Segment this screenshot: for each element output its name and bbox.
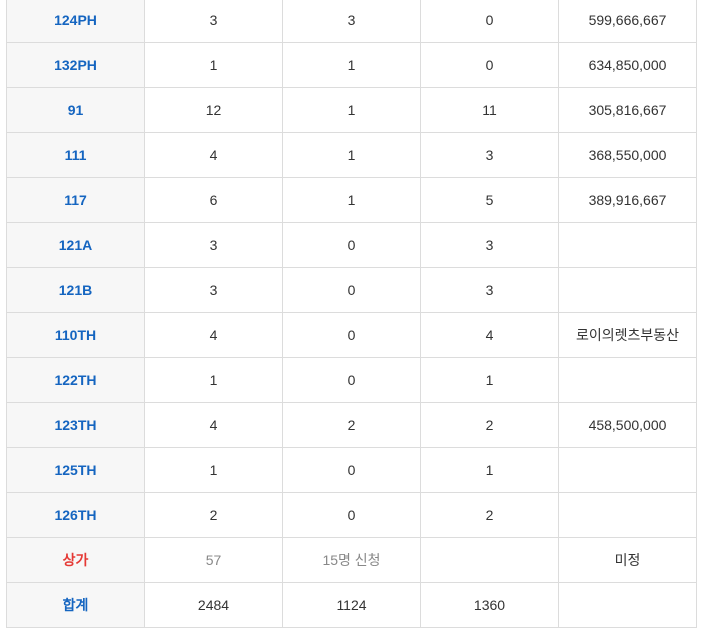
competition-rate-table: 124PH 3 3 0 599,666,667 132PH 1 1 0 634,… [6,0,697,628]
applicant-count: 1 [282,42,421,88]
remaining-count: 1 [420,447,559,493]
supply-count: 6 [144,177,283,223]
price-cell [558,267,697,313]
price-cell: 로이의렛츠부동산 [558,312,697,358]
remaining-count: 1 [420,357,559,403]
applicant-count: 1 [282,177,421,223]
applicant-count: 0 [282,357,421,403]
supply-count: 4 [144,312,283,358]
unit-type-link[interactable]: 125TH [6,447,145,493]
price-cell [558,492,697,538]
total-price-cell [558,582,697,628]
table-row: 121B 3 0 3 [6,267,697,313]
supply-count: 3 [144,267,283,313]
applicant-count: 0 [282,267,421,313]
unit-type-link[interactable]: 117 [6,177,145,223]
table-row: 123TH 4 2 2 458,500,000 [6,402,697,448]
table-row: 122TH 1 0 1 [6,357,697,403]
shop-supply-count: 57 [144,537,283,583]
remaining-count: 2 [420,492,559,538]
remaining-count: 3 [420,222,559,268]
applicant-count: 0 [282,222,421,268]
price-cell: 368,550,000 [558,132,697,178]
table-row: 132PH 1 1 0 634,850,000 [6,42,697,88]
price-cell [558,447,697,493]
price-cell: 458,500,000 [558,402,697,448]
shop-row: 상가 57 15명 신청 미정 [6,537,697,583]
table-row: 125TH 1 0 1 [6,447,697,493]
supply-count: 4 [144,402,283,448]
unit-type-link[interactable]: 124PH [6,0,145,43]
total-applicant-count: 1124 [282,582,421,628]
price-cell: 599,666,667 [558,0,697,43]
unit-type-link[interactable]: 111 [6,132,145,178]
price-cell: 634,850,000 [558,42,697,88]
supply-count: 1 [144,42,283,88]
price-cell [558,222,697,268]
remaining-count: 11 [420,87,559,133]
remaining-count: 5 [420,177,559,223]
unit-type-link[interactable]: 121A [6,222,145,268]
unit-type-link[interactable]: 121B [6,267,145,313]
total-supply-count: 2484 [144,582,283,628]
table-row: 91 12 1 11 305,816,667 [6,87,697,133]
supply-count: 12 [144,87,283,133]
applicant-count: 2 [282,402,421,448]
remaining-count: 3 [420,267,559,313]
table-row: 121A 3 0 3 [6,222,697,268]
remaining-count: 3 [420,132,559,178]
shop-applicant-note: 15명 신청 [282,537,421,583]
supply-count: 4 [144,132,283,178]
table-row: 111 4 1 3 368,550,000 [6,132,697,178]
remaining-count: 0 [420,0,559,43]
total-row: 합계 2484 1124 1360 [6,582,697,628]
unit-type-link[interactable]: 110TH [6,312,145,358]
table-row: 110TH 4 0 4 로이의렛츠부동산 [6,312,697,358]
supply-count: 1 [144,357,283,403]
shop-type-label: 상가 [6,537,145,583]
unit-type-link[interactable]: 91 [6,87,145,133]
total-remaining-count: 1360 [420,582,559,628]
supply-count: 3 [144,222,283,268]
unit-type-link[interactable]: 122TH [6,357,145,403]
table-body: 124PH 3 3 0 599,666,667 132PH 1 1 0 634,… [6,0,697,628]
applicant-count: 0 [282,492,421,538]
remaining-count: 0 [420,42,559,88]
supply-count: 3 [144,0,283,43]
applicant-count: 0 [282,447,421,493]
unit-type-link[interactable]: 132PH [6,42,145,88]
table-row: 126TH 2 0 2 [6,492,697,538]
price-cell [558,357,697,403]
price-cell: 305,816,667 [558,87,697,133]
shop-remaining-count [420,537,559,583]
shop-price-cell: 미정 [558,537,697,583]
unit-type-link[interactable]: 126TH [6,492,145,538]
applicant-count: 1 [282,87,421,133]
applicant-count: 1 [282,132,421,178]
remaining-count: 4 [420,312,559,358]
applicant-count: 3 [282,0,421,43]
table-row: 124PH 3 3 0 599,666,667 [6,0,697,43]
table-row: 117 6 1 5 389,916,667 [6,177,697,223]
price-cell: 389,916,667 [558,177,697,223]
remaining-count: 2 [420,402,559,448]
unit-type-link[interactable]: 123TH [6,402,145,448]
total-label: 합계 [6,582,145,628]
applicant-count: 0 [282,312,421,358]
supply-count: 1 [144,447,283,493]
supply-count: 2 [144,492,283,538]
